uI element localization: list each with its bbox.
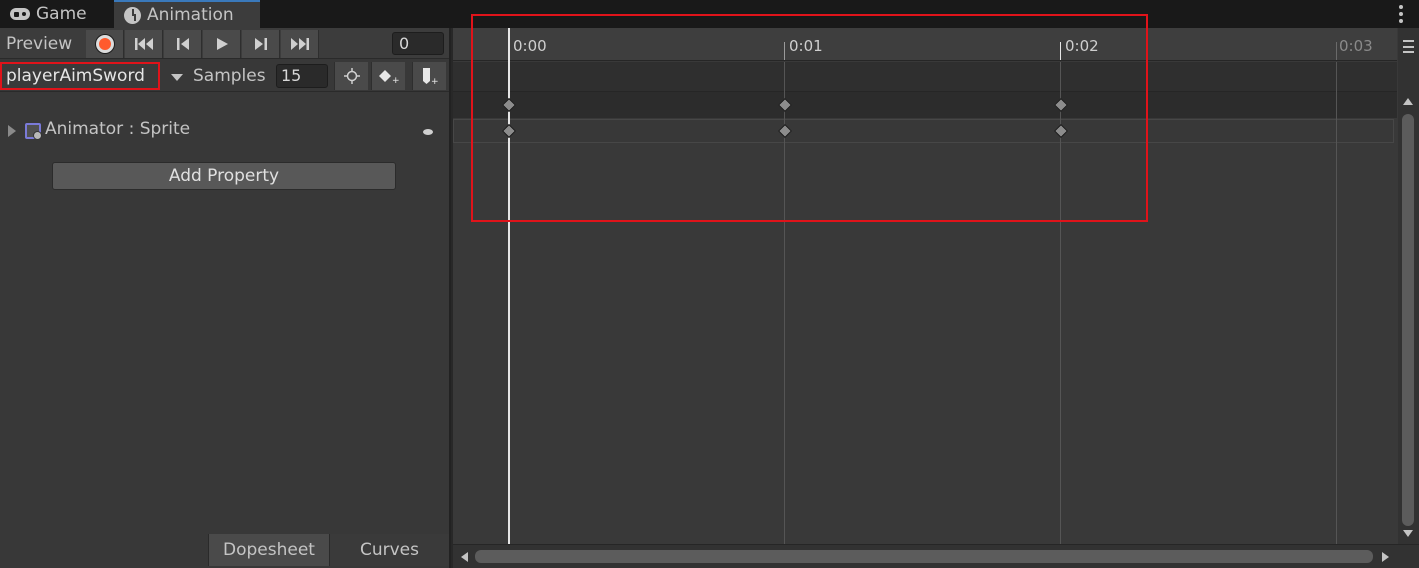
window-menu-icon[interactable] bbox=[1399, 5, 1403, 23]
tab-dopesheet[interactable]: Dopesheet bbox=[208, 534, 329, 566]
gridline-0-03 bbox=[1336, 62, 1337, 544]
vertical-scrollbar[interactable] bbox=[1398, 28, 1419, 544]
ruler-tick bbox=[1336, 42, 1337, 60]
property-row-animator-sprite[interactable]: Animator : Sprite bbox=[0, 116, 449, 144]
clock-icon bbox=[124, 6, 141, 24]
window-tab-bar: Game Animation bbox=[0, 0, 1419, 28]
chevron-down-icon bbox=[171, 73, 183, 81]
hamburger-menu-icon[interactable] bbox=[1403, 40, 1414, 53]
svg-text:+: + bbox=[431, 77, 439, 85]
keyframe-property-row bbox=[453, 119, 1394, 143]
scroll-up-icon[interactable] bbox=[1403, 98, 1413, 105]
tab-game[interactable]: Game bbox=[0, 0, 112, 28]
current-frame-field[interactable]: 0 bbox=[392, 32, 444, 55]
tab-animation-label: Animation bbox=[147, 5, 234, 25]
play-button[interactable] bbox=[203, 30, 241, 58]
tab-game-label: Game bbox=[36, 4, 87, 24]
clip-dropdown[interactable]: playerAimSword bbox=[0, 62, 160, 90]
skip-to-start-icon bbox=[134, 38, 153, 50]
keyframe-summary-row bbox=[453, 92, 1397, 118]
vertical-scroll-thumb[interactable] bbox=[1402, 114, 1414, 526]
time-ruler[interactable]: 0:00 0:01 0:02 0:03 bbox=[453, 28, 1397, 61]
last-keyframe-button[interactable] bbox=[281, 30, 319, 58]
skip-to-end-icon bbox=[290, 38, 309, 50]
preview-button[interactable]: Preview bbox=[0, 30, 84, 58]
record-button[interactable] bbox=[86, 30, 124, 58]
dopesheet-timeline[interactable]: 0:00 0:01 0:02 0:03 bbox=[453, 14, 1419, 568]
samples-field[interactable]: 15 bbox=[276, 64, 328, 88]
clip-toolbar: playerAimSword Samples 15 + + bbox=[0, 60, 449, 92]
ruler-label-2: 0:02 bbox=[1065, 37, 1099, 55]
ruler-tick bbox=[1060, 42, 1061, 60]
animator-sprite-icon bbox=[25, 123, 42, 140]
expand-arrow-icon[interactable] bbox=[8, 125, 16, 137]
scroll-right-icon[interactable] bbox=[1382, 552, 1389, 562]
next-keyframe-button[interactable] bbox=[242, 30, 280, 58]
add-keyframe-icon: + bbox=[378, 70, 400, 84]
previous-key-icon bbox=[176, 38, 189, 50]
property-label: Animator : Sprite bbox=[45, 119, 191, 139]
ruler-label-3: 0:03 bbox=[1339, 37, 1373, 55]
horizontal-scroll-thumb[interactable] bbox=[475, 550, 1373, 563]
ruler-label-0: 0:00 bbox=[513, 37, 547, 55]
samples-label: Samples bbox=[193, 66, 266, 86]
next-key-icon bbox=[254, 38, 267, 50]
play-icon bbox=[216, 38, 228, 50]
tab-curves[interactable]: Curves bbox=[329, 534, 449, 566]
timeline-summary-row bbox=[453, 62, 1397, 92]
playback-toolbar: Preview 0 bbox=[0, 28, 449, 59]
add-event-button[interactable]: + bbox=[412, 62, 446, 90]
snap-keyframe-button[interactable] bbox=[334, 62, 368, 90]
first-keyframe-button[interactable] bbox=[125, 30, 163, 58]
previous-keyframe-button[interactable] bbox=[164, 30, 202, 58]
record-icon bbox=[95, 35, 114, 53]
clip-dropdown-arrow[interactable] bbox=[166, 66, 188, 88]
add-keyframe-button[interactable]: + bbox=[371, 62, 405, 90]
tab-animation[interactable]: Animation bbox=[114, 0, 260, 28]
ruler-label-1: 0:01 bbox=[789, 37, 823, 55]
horizontal-scrollbar[interactable] bbox=[453, 544, 1419, 568]
scroll-down-icon[interactable] bbox=[1403, 530, 1413, 537]
add-event-icon: + bbox=[422, 68, 439, 85]
gamepad-icon bbox=[10, 8, 30, 20]
animation-left-panel: Preview 0 playerAimSword Samples 15 + + … bbox=[0, 28, 451, 568]
svg-text:+: + bbox=[392, 76, 400, 84]
view-mode-tabs: Dopesheet Curves bbox=[208, 534, 449, 566]
scroll-left-icon[interactable] bbox=[461, 552, 468, 562]
ruler-tick bbox=[784, 42, 785, 60]
keyframe-snap-icon bbox=[343, 68, 360, 84]
add-property-button[interactable]: Add Property bbox=[52, 162, 396, 190]
property-options-icon[interactable] bbox=[423, 129, 433, 135]
